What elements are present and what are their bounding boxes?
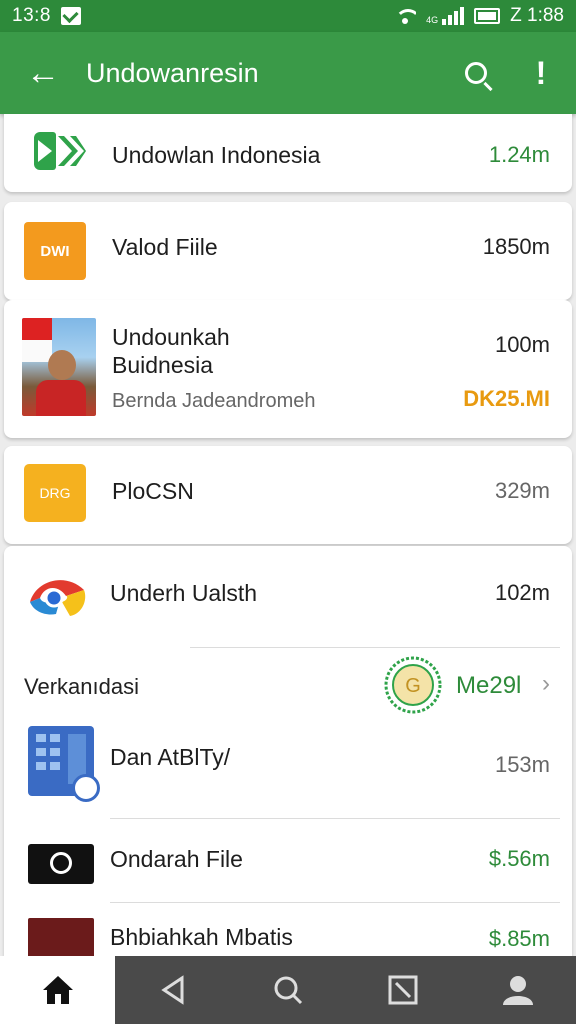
item-size: 1.24m (488, 142, 550, 167)
item-name: PloCSN (112, 478, 194, 504)
box-icon[interactable] (346, 956, 461, 1024)
thumbnail-image (22, 318, 96, 416)
list-item-2[interactable]: DWI Valod Fiile 1850m (4, 202, 572, 300)
divider (190, 647, 560, 648)
status-time: 13:8 (12, 5, 51, 26)
item-name: Ondarah File (110, 846, 243, 872)
app-bar: ← Undowanresin ! (0, 32, 576, 114)
back-arrow-icon[interactable]: ← (0, 32, 86, 114)
check-badge-icon (72, 774, 100, 802)
badge-icon: G (384, 656, 442, 714)
item-name-line1: Undounkah (112, 324, 230, 350)
item-size: 100m (494, 332, 550, 357)
browser-icon (30, 580, 86, 616)
back-icon[interactable] (115, 956, 230, 1024)
wifi-icon (394, 8, 417, 24)
play-store-icon (34, 132, 86, 170)
bottom-navigation (0, 956, 576, 1024)
item-size: 153m (494, 752, 550, 777)
chevron-right-icon[interactable]: › (542, 670, 550, 698)
calculator-icon (28, 726, 100, 802)
list-item-4[interactable]: DRG PloCSN 329m (4, 446, 572, 544)
section-card: Underh Ualsth 102m Verkanıdasi G Me29l ›… (4, 546, 572, 964)
item-name: Dan AtBlTy/ (110, 744, 231, 770)
item-size: 1850m (482, 234, 550, 259)
section-title: Verkanıdasi (24, 674, 139, 699)
item-size: $.85m (488, 926, 550, 951)
item-size: 102m (494, 580, 550, 605)
mail-icon (60, 7, 81, 25)
signal-icon: 4G (426, 7, 465, 25)
page-title: Undowanresin (86, 57, 259, 88)
status-clock: Z 1:88 (510, 5, 564, 26)
more-options-icon[interactable]: ! (506, 32, 576, 114)
media-icon (28, 844, 94, 884)
item-size: $.56m (488, 846, 550, 871)
search-icon[interactable] (230, 956, 345, 1024)
item-subtitle: Bernda Jadeandromeh (112, 390, 316, 412)
divider (110, 818, 560, 819)
battery-icon (474, 8, 501, 24)
item-name: Bhbiahkah Mbatis (110, 924, 293, 950)
signal-label: 4G (426, 15, 439, 25)
profile-icon[interactable] (461, 956, 576, 1024)
status-bar: 13:8 4G Z 1:88 (0, 0, 576, 32)
search-icon (465, 62, 487, 84)
section-link[interactable]: Me29l (456, 672, 521, 700)
item-subsize: DK25.MI (463, 386, 550, 411)
item-name: Valod Fiile (112, 234, 218, 260)
svg-text:G: G (405, 675, 421, 697)
item-size: 329m (494, 478, 550, 503)
item-name: Undowlan Indonesia (112, 142, 321, 168)
app-icon: DRG (24, 464, 86, 522)
search-button[interactable] (446, 32, 506, 114)
list-item-3[interactable]: Undounkah Buidnesia 100m Bernda Jadeandr… (4, 300, 572, 438)
item-name-line2: Buidnesia (112, 352, 214, 378)
list-item-1[interactable]: Undowlan Indonesia 1.24m (4, 114, 572, 192)
item-name: Underh Ualsth (110, 580, 258, 606)
app-icon: DWI (24, 222, 86, 280)
status-right: 4G Z 1:88 (394, 5, 564, 27)
home-icon[interactable] (0, 956, 116, 1024)
divider (110, 902, 560, 903)
